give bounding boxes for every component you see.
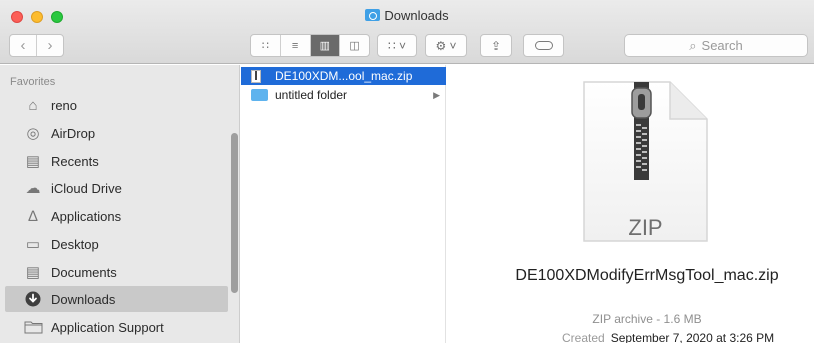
- preview-created: Created September 7, 2020 at 3:26 PM: [562, 331, 774, 343]
- cloud-icon: ☁: [25, 180, 41, 197]
- sidebar-item-label: Downloads: [51, 291, 116, 307]
- sidebar-item-label: Applications: [51, 208, 122, 224]
- documents-icon: ▤: [25, 264, 41, 281]
- sidebar-item-label: Documents: [51, 264, 117, 280]
- tag-icon: [534, 41, 553, 50]
- sidebar-item-label: reno: [51, 97, 78, 113]
- window-title-text: Downloads: [384, 8, 449, 23]
- desktop-icon: ▭: [25, 236, 41, 253]
- preview-pane: ZIP DE100XDModifyErrMsgTool_mac.zip ZIP …: [447, 65, 814, 343]
- list-item-label: DE100XDM...ool_mac.zip: [275, 69, 413, 83]
- back-button[interactable]: ‹: [10, 35, 36, 56]
- icon-view-button[interactable]: ∷: [251, 35, 280, 56]
- arrange-button[interactable]: ∷ ˅: [377, 34, 417, 57]
- sidebar-item-label: AirDrop: [51, 125, 96, 141]
- search-placeholder: Search: [701, 38, 743, 53]
- recents-icon: ▤: [25, 153, 41, 170]
- preview-kind-size: ZIP archive - 1.6 MB: [592, 312, 702, 326]
- folder-icon: [23, 318, 43, 336]
- list-item-label: untitled folder: [275, 88, 348, 102]
- list-view-button[interactable]: ≡: [279, 35, 310, 56]
- search-field[interactable]: ⌕ Search: [624, 34, 808, 57]
- airdrop-icon: ◎: [26, 125, 40, 142]
- window-title: Downloads: [0, 8, 814, 23]
- sidebar-item-documents[interactable]: ▤ Documents: [5, 259, 228, 285]
- sidebar-item-recents[interactable]: ▤ Recents: [5, 148, 228, 174]
- sidebar-item-reno[interactable]: ⌂ reno: [5, 92, 228, 118]
- folder-icon: [251, 89, 269, 101]
- toolbar: Downloads ‹ › ∷ ≡ ▥ ◫ ∷ ˅ ⚙ ˅ ⇪ ⌕ Search: [0, 0, 814, 64]
- forward-button[interactable]: ›: [36, 35, 63, 56]
- sidebar-item-label: Desktop: [51, 236, 99, 252]
- created-value: September 7, 2020 at 3:26 PM: [610, 331, 775, 343]
- created-label: Created: [562, 331, 605, 343]
- sidebar-scrollbar[interactable]: [231, 133, 238, 293]
- applications-icon: ∆: [28, 207, 38, 225]
- nav-buttons: ‹ ›: [9, 34, 64, 57]
- zip-icon-label: ZIP: [628, 215, 663, 240]
- search-icon: ⌕: [689, 37, 697, 53]
- share-button[interactable]: ⇪: [480, 34, 512, 57]
- action-gear-button[interactable]: ⚙ ˅: [425, 34, 467, 57]
- sidebar-item-desktop[interactable]: ▭ Desktop: [5, 231, 228, 257]
- downloads-folder-icon: [365, 9, 381, 21]
- view-mode-control: ∷ ≡ ▥ ◫: [250, 34, 370, 57]
- sidebar: Favorites ⌂ reno ◎ AirDrop ▤ Recents ☁ i…: [0, 65, 240, 343]
- sidebar-item-applications[interactable]: ∆ Applications: [5, 203, 228, 229]
- sidebar-item-label: iCloud Drive: [51, 180, 122, 196]
- home-icon: ⌂: [28, 96, 38, 114]
- sidebar-item-downloads[interactable]: Downloads: [5, 286, 228, 312]
- list-item-zip-file[interactable]: DE100XDM...ool_mac.zip: [241, 67, 446, 85]
- downloads-icon: [23, 290, 43, 308]
- sidebar-item-label: Application Support: [51, 319, 164, 335]
- tags-button[interactable]: [523, 34, 564, 57]
- column-view-button[interactable]: ▥: [309, 35, 340, 56]
- zip-file-icon: [251, 69, 269, 83]
- sidebar-item-icloud-drive[interactable]: ☁ iCloud Drive: [5, 175, 228, 201]
- gallery-view-button[interactable]: ◫: [339, 35, 369, 56]
- preview-filename: DE100XDModifyErrMsgTool_mac.zip: [515, 267, 779, 284]
- file-column: DE100XDM...ool_mac.zip untitled folder ▶: [241, 65, 446, 343]
- sidebar-item-airdrop[interactable]: ◎ AirDrop: [5, 120, 228, 146]
- disclosure-arrow-icon: ▶: [433, 89, 440, 100]
- sidebar-item-application-support[interactable]: Application Support: [5, 314, 228, 340]
- sidebar-heading-favorites: Favorites: [10, 76, 56, 88]
- list-item-untitled-folder[interactable]: untitled folder ▶: [241, 86, 446, 104]
- sidebar-item-label: Recents: [51, 153, 99, 169]
